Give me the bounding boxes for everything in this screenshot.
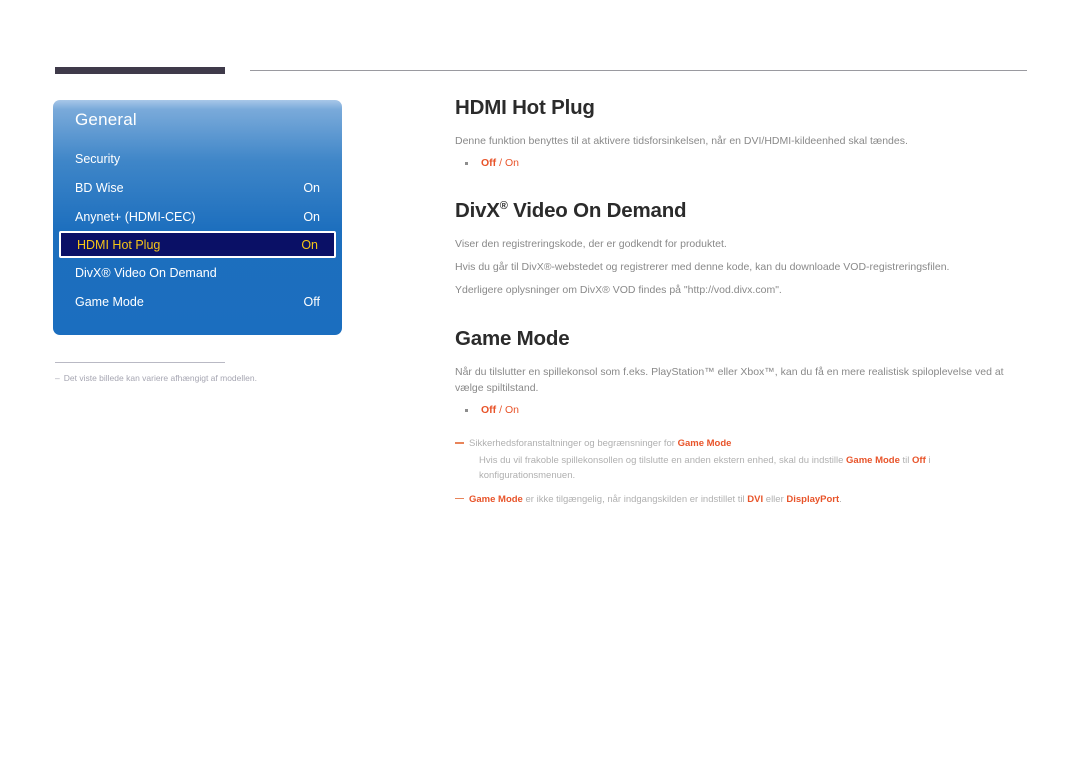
- note-text: .: [839, 493, 842, 505]
- section-title-divx-vod: DivX® Video On Demand: [455, 199, 1027, 223]
- option-value-on: On: [504, 404, 519, 416]
- osd-item-label: DivX® Video On Demand: [75, 265, 217, 280]
- option-value-off: Off: [481, 157, 497, 169]
- header-rule-thin: [250, 70, 1027, 71]
- section-option-bullet-game-mode: Off / On: [455, 403, 1027, 418]
- osd-menu-list: Security BD Wise On Anynet+ (HDMI-CEC) O…: [53, 144, 342, 316]
- section-paragraph: Denne funktion benyttes til at aktivere …: [455, 135, 908, 147]
- footnote-dash: –: [55, 373, 60, 383]
- header-rule-thick: [55, 67, 225, 74]
- note-game-mode-availability: Game Mode er ikke tilgængelig, når indga…: [455, 492, 1027, 508]
- osd-item-value: Off: [303, 294, 320, 309]
- section-title-game-mode: Game Mode: [455, 327, 570, 350]
- section-paragraph: Når du tilslutter en spillekonsol som f.…: [455, 366, 1004, 394]
- section-title-divx-rest: Video On Demand: [507, 199, 687, 222]
- osd-item-bd-wise[interactable]: BD Wise On: [53, 173, 342, 202]
- note-highlight: Off: [912, 454, 926, 466]
- note-subtext: Hvis du vil frakoble spillekonsollen og …: [469, 453, 1027, 484]
- option-value-off: Off: [481, 404, 497, 416]
- note-highlight: DisplayPort: [786, 493, 840, 505]
- note-highlight: DVI: [747, 493, 764, 505]
- section-paragraph: Viser den registreringskode, der er godk…: [455, 238, 727, 250]
- option-value-on: On: [504, 157, 519, 169]
- osd-item-hdmi-hot-plug[interactable]: HDMI Hot Plug On: [59, 231, 336, 258]
- osd-item-label: Game Mode: [75, 294, 144, 309]
- option-separator: /: [496, 157, 505, 169]
- note-text: Hvis du vil frakoble spillekonsollen og …: [479, 454, 847, 466]
- note-game-mode-precautions: Sikkerhedsforanstaltninger og begrænsnin…: [455, 436, 1027, 484]
- option-separator: /: [496, 404, 505, 416]
- osd-item-label: Security: [75, 151, 121, 166]
- note-highlight: Game Mode: [846, 454, 900, 466]
- notes-block: Sikkerhedsforanstaltninger og begrænsnin…: [455, 436, 1027, 507]
- note-highlight: Game Mode: [677, 438, 732, 449]
- note-text: Sikkerhedsforanstaltninger og begrænsnin…: [469, 438, 678, 449]
- osd-item-value: On: [301, 237, 318, 252]
- note-text: er ikke tilgængelig, når indgangskilden …: [522, 493, 748, 505]
- osd-item-divx-vod[interactable]: DivX® Video On Demand: [53, 258, 342, 287]
- note-text: eller: [763, 493, 787, 505]
- osd-menu-panel: General Security BD Wise On Anynet+ (HDM…: [53, 100, 342, 335]
- osd-item-value: On: [303, 209, 320, 224]
- section-title-divx-main: DivX: [455, 199, 500, 222]
- section-option-bullet-hdmi: Off / On: [455, 156, 1027, 171]
- osd-item-game-mode[interactable]: Game Mode Off: [53, 287, 342, 316]
- section-paragraph: Yderligere oplysninger om DivX® VOD find…: [455, 284, 782, 296]
- osd-item-label: HDMI Hot Plug: [77, 237, 161, 252]
- section-title-hdmi-hot-plug: HDMI Hot Plug: [455, 96, 595, 119]
- osd-menu-title: General: [75, 110, 137, 129]
- content-column: HDMI Hot Plug Denne funktion benyttes ti…: [455, 96, 1027, 515]
- footnote-rule: [55, 362, 225, 363]
- registered-mark-icon: ®: [499, 200, 508, 213]
- section-paragraph: Hvis du går til DivX®-webstedet og regis…: [455, 261, 950, 273]
- footnote-text: Det viste billede kan variere afhængigt …: [63, 373, 257, 383]
- note-text: til: [899, 454, 913, 466]
- osd-item-security[interactable]: Security: [53, 144, 342, 173]
- osd-item-value: On: [303, 180, 320, 195]
- note-highlight: Game Mode: [469, 493, 523, 505]
- osd-item-label: Anynet+ (HDMI-CEC): [75, 209, 196, 224]
- osd-footnote: – Det viste billede kan variere afhængigt…: [55, 372, 345, 385]
- osd-item-label: BD Wise: [75, 180, 124, 195]
- osd-item-anynet[interactable]: Anynet+ (HDMI-CEC) On: [53, 202, 342, 231]
